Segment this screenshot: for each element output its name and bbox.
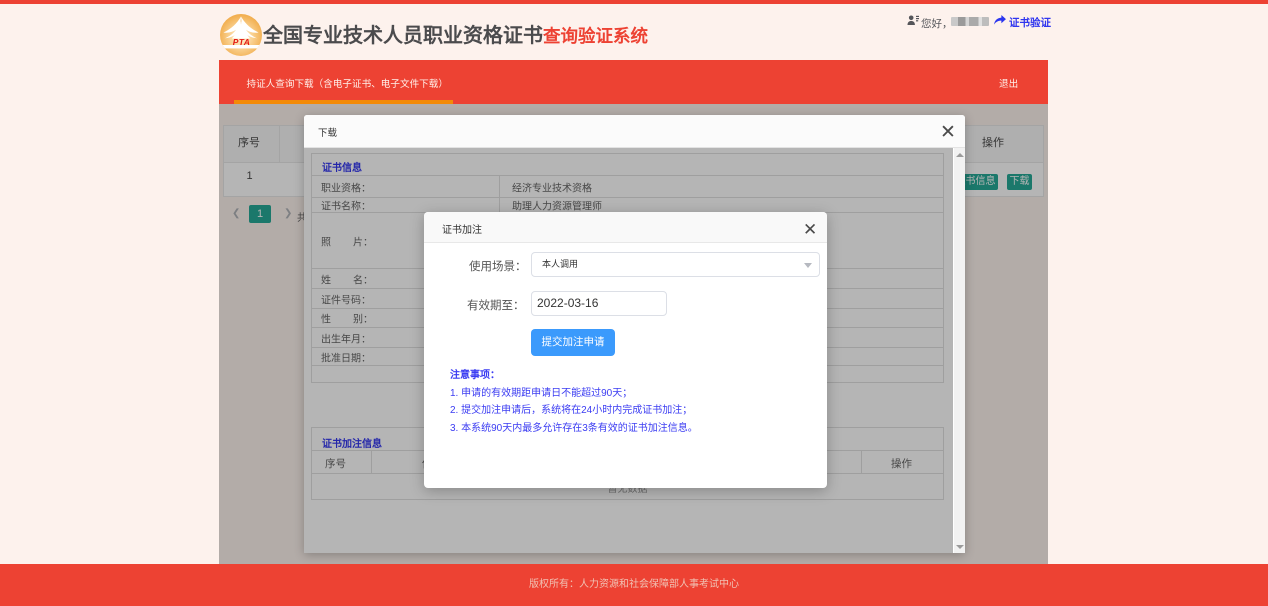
svg-text:PTA: PTA bbox=[233, 37, 251, 47]
